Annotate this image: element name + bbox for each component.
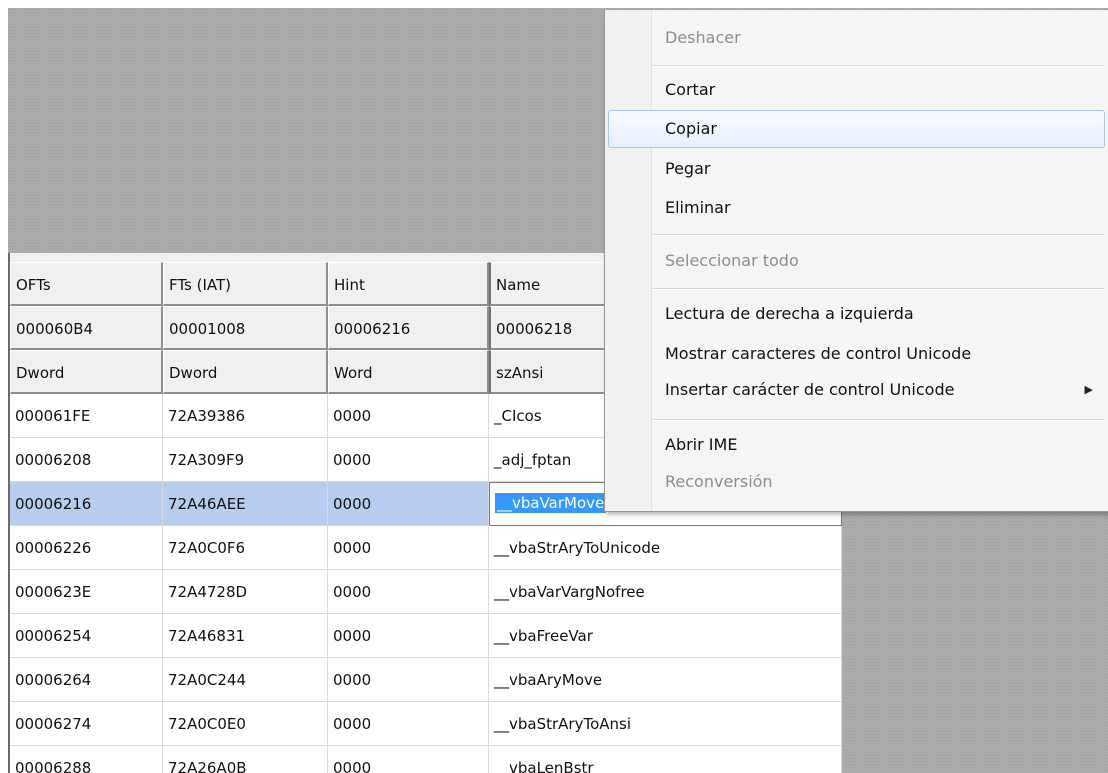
header-cell[interactable]: Word: [328, 350, 489, 394]
table-row[interactable]: 00006274 72A0C0E0 0000 __vbaStrAryToAnsi: [10, 702, 842, 746]
table-cell[interactable]: __vbaLenBstr: [489, 746, 842, 773]
table-cell[interactable]: 72A4728D: [163, 570, 328, 614]
table-row[interactable]: 00006264 72A0C244 0000 __vbaAryMove: [10, 658, 842, 702]
table-cell[interactable]: __vbaStrAryToAnsi: [489, 702, 842, 746]
header-cell[interactable]: 000060B4: [10, 306, 163, 350]
menu-item-cut[interactable]: Cortar: [608, 71, 1105, 109]
table-row[interactable]: 00006288 72A26A0B 0000 __vbaLenBstr: [10, 746, 842, 773]
menu-item-copy[interactable]: Copiar: [608, 110, 1105, 148]
table-cell[interactable]: 72A0C0E0: [163, 702, 328, 746]
context-menu: Deshacer Cortar Copiar Pegar Eliminar Se…: [604, 10, 1108, 512]
header-cell[interactable]: Dword: [10, 350, 163, 394]
table-cell[interactable]: 72A0C244: [163, 658, 328, 702]
table-cell[interactable]: 00006254: [10, 614, 163, 658]
table-cell[interactable]: 72A39386: [163, 394, 328, 438]
table-cell[interactable]: 000061FE: [10, 394, 163, 438]
table-cell[interactable]: 00006216: [10, 482, 163, 526]
menu-item-undo[interactable]: Deshacer: [608, 19, 1105, 57]
menu-item-label: Insertar carácter de control Unicode: [665, 380, 955, 399]
table-cell[interactable]: 0000623E: [10, 570, 163, 614]
menu-item-delete[interactable]: Eliminar: [608, 189, 1105, 227]
menu-item-reconversion[interactable]: Reconversión: [608, 463, 1105, 501]
menu-item-insert-unicode-control[interactable]: Insertar carácter de control Unicode ▶: [608, 371, 1105, 409]
header-cell[interactable]: Hint: [328, 262, 489, 306]
menu-separator: [653, 65, 1105, 67]
menu-separator: [653, 419, 1105, 421]
table-cell[interactable]: 0000: [328, 394, 489, 438]
menu-item-show-unicode-control[interactable]: Mostrar caracteres de control Unicode: [608, 335, 1105, 373]
table-cell[interactable]: 0000: [328, 658, 489, 702]
table-cell[interactable]: 0000: [328, 746, 489, 773]
table-cell[interactable]: 72A46831: [163, 614, 328, 658]
table-cell[interactable]: __vbaAryMove: [489, 658, 842, 702]
header-cell[interactable]: OFTs: [10, 262, 163, 306]
table-cell[interactable]: __vbaStrAryToUnicode: [489, 526, 842, 570]
menu-item-open-ime[interactable]: Abrir IME: [608, 426, 1105, 464]
table-cell[interactable]: 0000: [328, 438, 489, 482]
table-row[interactable]: 00006226 72A0C0F6 0000 __vbaStrAryToUnic…: [10, 526, 842, 570]
menu-item-rtl-reading[interactable]: Lectura de derecha a izquierda: [608, 295, 1105, 333]
table-row[interactable]: 00006254 72A46831 0000 __vbaFreeVar: [10, 614, 842, 658]
menu-separator: [653, 234, 1105, 236]
table-cell[interactable]: 00006208: [10, 438, 163, 482]
table-cell[interactable]: 0000: [328, 526, 489, 570]
table-cell[interactable]: __vbaFreeVar: [489, 614, 842, 658]
window-top-edge: [0, 0, 1108, 8]
header-cell[interactable]: 00001008: [163, 306, 328, 350]
table-cell[interactable]: 72A46AEE: [163, 482, 328, 526]
table-row[interactable]: 0000623E 72A4728D 0000 __vbaVarVargNofre…: [10, 570, 842, 614]
table-cell[interactable]: 00006274: [10, 702, 163, 746]
table-cell[interactable]: 0000: [328, 482, 489, 526]
menu-item-select-all[interactable]: Seleccionar todo: [608, 242, 1105, 280]
table-cell[interactable]: 0000: [328, 570, 489, 614]
header-cell[interactable]: FTs (IAT): [163, 262, 328, 306]
table-cell[interactable]: 72A0C0F6: [163, 526, 328, 570]
table-cell[interactable]: 00006264: [10, 658, 163, 702]
menu-item-paste[interactable]: Pegar: [608, 150, 1105, 188]
table-cell[interactable]: 00006288: [10, 746, 163, 773]
menu-separator: [653, 288, 1105, 290]
table-cell[interactable]: 00006226: [10, 526, 163, 570]
header-cell[interactable]: Dword: [163, 350, 328, 394]
table-cell[interactable]: 72A26A0B: [163, 746, 328, 773]
window-left-edge: [0, 0, 8, 773]
table-cell[interactable]: 0000: [328, 702, 489, 746]
table-cell[interactable]: 0000: [328, 614, 489, 658]
triangle-right-icon: ▶: [1084, 383, 1093, 396]
table-cell[interactable]: __vbaVarVargNofree: [489, 570, 842, 614]
header-cell[interactable]: 00006216: [328, 306, 489, 350]
cell-edit-input-selection[interactable]: __vbaVarMove: [495, 493, 607, 513]
table-cell[interactable]: 72A309F9: [163, 438, 328, 482]
